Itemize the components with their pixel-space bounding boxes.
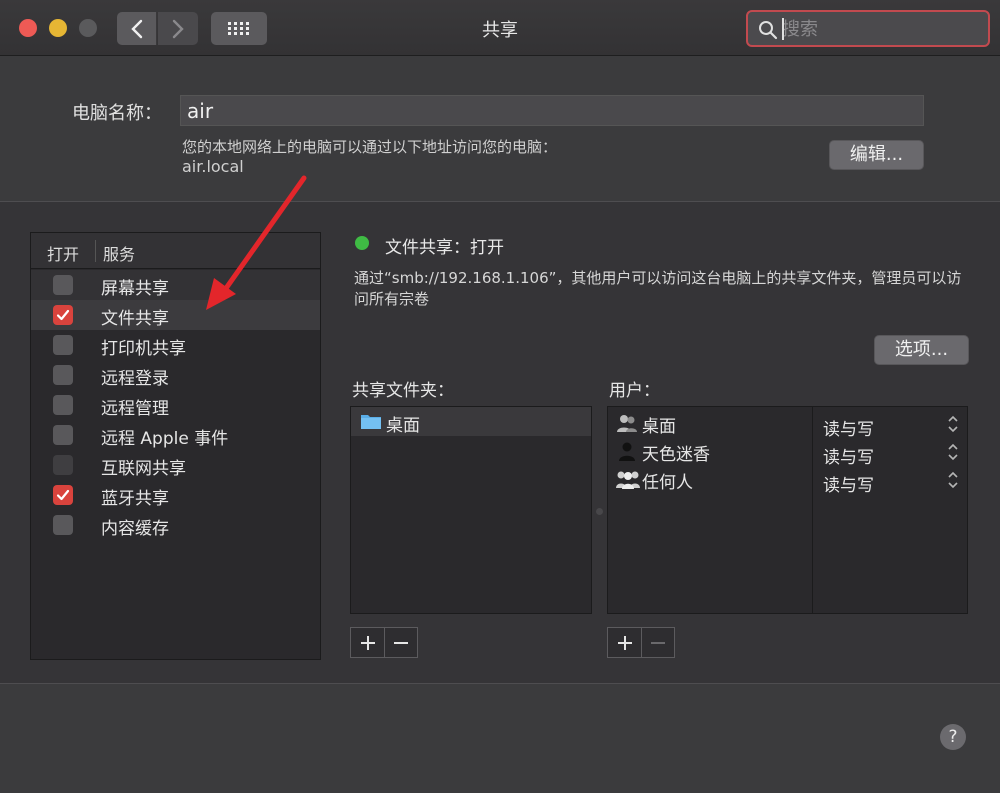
checkmark-icon: [56, 489, 70, 501]
up-down-chevron-icon: [948, 415, 958, 433]
user-name: 任何人: [642, 473, 693, 493]
header-service: 服务: [103, 245, 136, 264]
service-row-printer-sharing[interactable]: 打印机共享: [31, 330, 320, 360]
service-label: 远程登录: [101, 369, 169, 389]
service-row-remote-management[interactable]: 远程管理: [31, 390, 320, 420]
address-description: 您的本地网络上的电脑可以通过以下地址访问您的电脑：: [182, 138, 558, 156]
permission-popup[interactable]: 读与写: [813, 437, 967, 468]
remove-folder-button[interactable]: [384, 628, 417, 657]
permission-popup[interactable]: 读与写: [813, 465, 967, 496]
checkbox-content-caching[interactable]: [53, 515, 73, 535]
users-add-remove: [607, 627, 675, 658]
edit-button[interactable]: 编辑...: [829, 140, 924, 170]
header-on: 打开: [47, 245, 80, 264]
service-label: 蓝牙共享: [101, 489, 169, 509]
text-caret: [782, 18, 784, 40]
service-label: 远程管理: [101, 399, 169, 419]
group-users-icon: [617, 415, 637, 432]
checkbox-bluetooth-sharing[interactable]: [53, 485, 73, 505]
service-label: 远程 Apple 事件: [101, 429, 229, 449]
checkmark-icon: [56, 309, 70, 321]
status-text: 文件共享：打开: [385, 238, 504, 258]
service-list[interactable]: 打开 服务 屏幕共享 文件共享 打印机共享 远程登录 远程管理 远程 Apple…: [30, 232, 321, 660]
service-row-remote-apple-events[interactable]: 远程 Apple 事件: [31, 420, 320, 450]
minus-icon: [394, 641, 408, 644]
everyone-icon: [616, 471, 640, 489]
checkbox-remote-management[interactable]: [53, 395, 73, 415]
up-down-chevron-icon: [948, 443, 958, 461]
folder-row[interactable]: 桌面: [351, 407, 591, 436]
service-row-internet-sharing[interactable]: 互联网共享: [31, 450, 320, 480]
service-row-remote-login[interactable]: 远程登录: [31, 360, 320, 390]
checkbox-remote-apple-events[interactable]: [53, 425, 73, 445]
shared-folders-list[interactable]: 桌面: [350, 406, 592, 614]
remove-user-button[interactable]: [641, 628, 674, 657]
service-row-screen-sharing[interactable]: 屏幕共享: [31, 270, 320, 300]
search-icon: [759, 21, 778, 40]
minus-icon: [651, 641, 665, 644]
computer-name-label: 电脑名称：: [72, 103, 162, 124]
shared-folders-label: 共享文件夹：: [352, 381, 454, 401]
user-row[interactable]: 天色迷香: [608, 437, 812, 465]
add-folder-button[interactable]: [351, 628, 384, 657]
checkbox-printer-sharing[interactable]: [53, 335, 73, 355]
folders-add-remove: [350, 627, 418, 658]
header-divider: [95, 240, 96, 262]
service-row-bluetooth-sharing[interactable]: 蓝牙共享: [31, 480, 320, 510]
add-user-button[interactable]: [608, 628, 641, 657]
permission-popup[interactable]: 读与写: [813, 409, 967, 440]
service-row-file-sharing[interactable]: 文件共享: [31, 300, 320, 330]
up-down-chevron-icon: [948, 471, 958, 489]
user-row[interactable]: 桌面: [608, 409, 812, 437]
access-info: 通过“smb://192.168.1.106”，其他用户可以访问这台电脑上的共享…: [354, 269, 962, 308]
checkbox-remote-login[interactable]: [53, 365, 73, 385]
checkbox-screen-sharing[interactable]: [53, 275, 73, 295]
options-button[interactable]: 选项...: [874, 335, 969, 365]
search-input[interactable]: [782, 17, 982, 41]
service-label: 内容缓存: [101, 519, 169, 539]
status-indicator: [355, 236, 369, 250]
user-icon: [619, 442, 635, 461]
user-name: 天色迷香: [642, 445, 710, 465]
users-list[interactable]: 桌面 天色迷香 任何人 读与写 读与写 读与写: [607, 406, 968, 614]
service-list-header: 打开 服务: [31, 233, 320, 269]
checkbox-internet-sharing[interactable]: [53, 455, 73, 475]
plus-icon: [617, 635, 632, 650]
computer-name-field[interactable]: [180, 95, 924, 126]
folder-icon: [361, 415, 381, 429]
title-bar: 共享: [0, 0, 1000, 56]
search-field[interactable]: [746, 10, 990, 47]
local-hostname: air.local: [182, 157, 244, 176]
permission-value: 读与写: [823, 476, 874, 496]
user-row[interactable]: 任何人: [608, 465, 812, 493]
user-name: 桌面: [642, 417, 676, 437]
checkbox-file-sharing[interactable]: [53, 305, 73, 325]
service-label: 文件共享: [101, 309, 169, 329]
service-label: 互联网共享: [101, 459, 186, 479]
users-label: 用户：: [609, 381, 660, 401]
service-row-content-caching[interactable]: 内容缓存: [31, 510, 320, 540]
service-label: 打印机共享: [101, 339, 186, 359]
folder-name: 桌面: [386, 416, 420, 436]
help-button[interactable]: ?: [940, 724, 966, 750]
plus-icon: [360, 635, 375, 650]
service-label: 屏幕共享: [101, 279, 169, 299]
split-view-handle[interactable]: [596, 508, 603, 515]
